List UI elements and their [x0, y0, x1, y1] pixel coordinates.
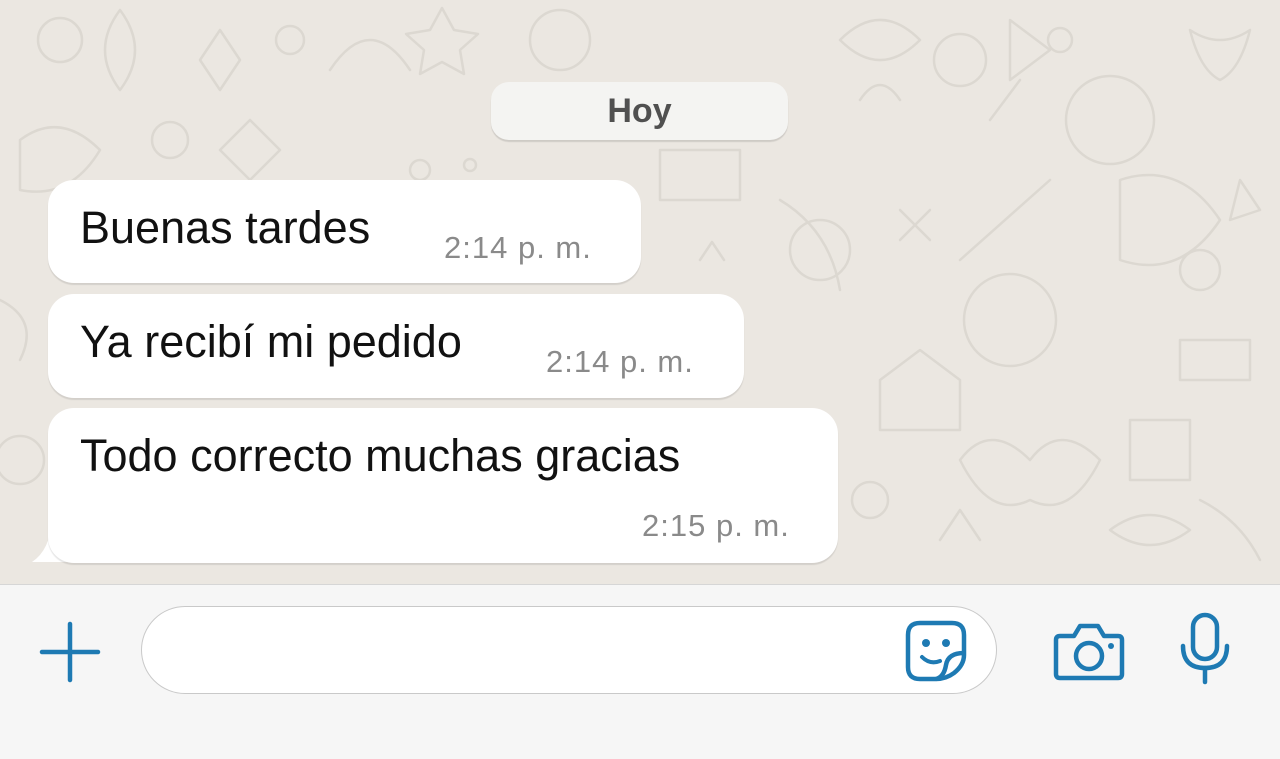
plus-icon: [39, 621, 101, 683]
camera-icon: [1053, 623, 1125, 681]
message-bubble[interactable]: Todo correcto muchas gracias 2:15 p. m.: [48, 408, 838, 563]
message-input[interactable]: [141, 606, 997, 694]
chat-area[interactable]: Hoy Buenas tardes 2:14 p. m. Ya recibí m…: [0, 0, 1280, 584]
message-text: Ya recibí mi pedido: [80, 316, 462, 367]
message-bubble[interactable]: Ya recibí mi pedido 2:14 p. m.: [48, 294, 744, 398]
microphone-button[interactable]: [1176, 612, 1234, 686]
attach-button[interactable]: [38, 620, 102, 684]
microphone-icon: [1180, 612, 1230, 685]
message-text: Todo correcto muchas gracias: [80, 430, 681, 481]
message-timestamp: 2:14 p. m.: [546, 344, 694, 379]
sticker-button[interactable]: [904, 619, 968, 683]
message-timestamp: 2:15 p. m.: [642, 508, 790, 543]
date-separator: Hoy: [491, 82, 788, 140]
camera-button[interactable]: [1052, 620, 1126, 684]
sticker-icon: [905, 620, 967, 682]
message-bubble[interactable]: Buenas tardes 2:14 p. m.: [48, 180, 641, 283]
message-text: Buenas tardes: [80, 202, 371, 253]
message-timestamp: 2:14 p. m.: [444, 230, 592, 265]
date-separator-label: Hoy: [607, 91, 672, 130]
